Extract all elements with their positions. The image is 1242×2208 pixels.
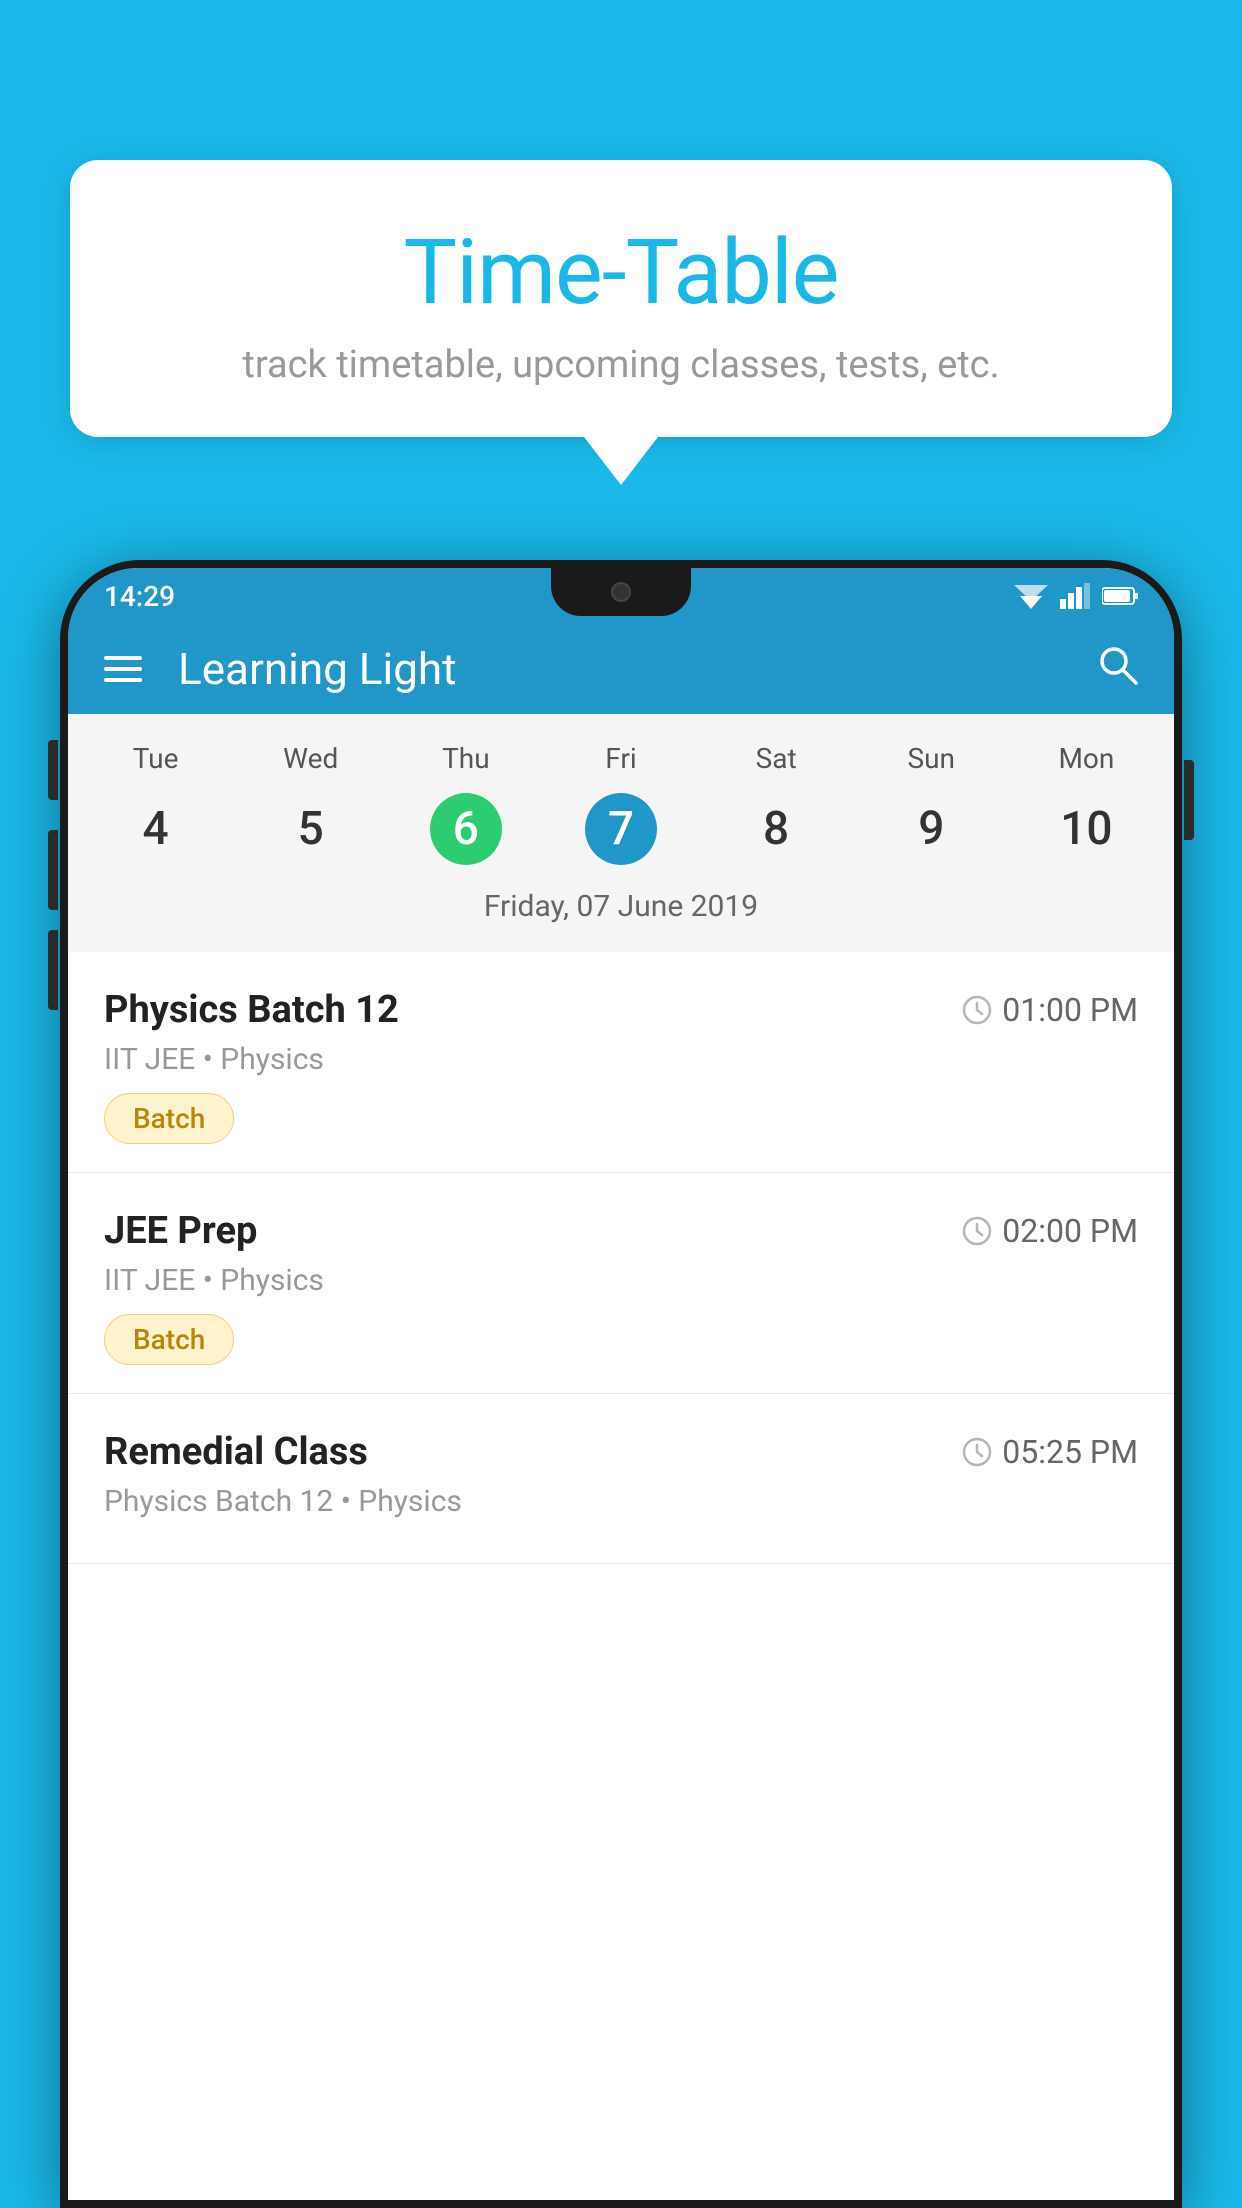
status-icons [1014,583,1138,609]
schedule-item-2-title: JEE Prep [104,1209,257,1253]
clock-icon-3 [962,1437,992,1467]
signal-icon [1060,583,1090,609]
day-name-thu: Thu [388,734,543,783]
tooltip-subtitle: track timetable, upcoming classes, tests… [130,343,1112,387]
time-text-1: 01:00 PM [1002,991,1138,1029]
calendar-strip: Tue Wed Thu Fri Sat Sun Mon 4 5 6 7 8 9 … [68,714,1174,952]
phone-volume-up-button [48,740,58,800]
schedule-item-3-time: 05:25 PM [962,1433,1138,1471]
schedule-item-1-header: Physics Batch 12 01:00 PM [104,988,1138,1032]
day-names-row: Tue Wed Thu Fri Sat Sun Mon [68,734,1174,783]
schedule-item-1-time: 01:00 PM [962,991,1138,1029]
badge-batch-2: Batch [104,1314,234,1365]
schedule-item-1-meta: IIT JEE • Physics [104,1042,1138,1077]
schedule-item-3-title: Remedial Class [104,1430,368,1474]
hamburger-line [104,667,142,671]
phone-silent-button [48,930,58,1010]
selected-date-label: Friday, 07 June 2019 [68,875,1174,942]
time-text-3: 05:25 PM [1002,1433,1138,1471]
day-9[interactable]: 9 [854,792,1009,866]
hamburger-menu-icon[interactable] [104,656,142,682]
status-time: 14:29 [104,580,175,613]
clock-icon-2 [962,1216,992,1246]
schedule-item-3[interactable]: Remedial Class 05:25 PM Physics Batch 12… [68,1394,1174,1564]
badge-batch-1: Batch [104,1093,234,1144]
phone-notch [551,568,691,616]
day-name-mon: Mon [1009,734,1164,783]
day-5[interactable]: 5 [233,792,388,866]
tooltip-title: Time-Table [130,220,1112,325]
schedule-item-2-meta: IIT JEE • Physics [104,1263,1138,1298]
app-title: Learning Light [178,643,1096,695]
day-10[interactable]: 10 [1009,792,1164,866]
schedule-item-2-time: 02:00 PM [962,1212,1138,1250]
phone-screen: 14:29 [68,568,1174,2200]
schedule-item-3-meta: Physics Batch 12 • Physics [104,1484,1138,1519]
day-7-selected[interactable]: 7 [543,783,698,875]
tooltip-card: Time-Table track timetable, upcoming cla… [70,160,1172,437]
schedule-list: Physics Batch 12 01:00 PM IIT JEE • Phys… [68,952,1174,1564]
day-8[interactable]: 8 [699,792,854,866]
hamburger-line [104,656,142,660]
schedule-item-1[interactable]: Physics Batch 12 01:00 PM IIT JEE • Phys… [68,952,1174,1173]
battery-icon [1102,586,1138,606]
phone-power-button [1184,760,1194,840]
clock-icon [962,995,992,1025]
time-text-2: 02:00 PM [1002,1212,1138,1250]
schedule-item-1-title: Physics Batch 12 [104,988,399,1032]
day-name-sun: Sun [854,734,1009,783]
day-4[interactable]: 4 [78,792,233,866]
phone-frame: 14:29 [60,560,1182,2208]
schedule-item-3-header: Remedial Class 05:25 PM [104,1430,1138,1474]
day-name-tue: Tue [78,734,233,783]
day-numbers-row: 4 5 6 7 8 9 10 [68,783,1174,875]
phone-volume-down-button [48,830,58,910]
day-name-wed: Wed [233,734,388,783]
day-name-fri: Fri [543,734,698,783]
schedule-item-2-header: JEE Prep 02:00 PM [104,1209,1138,1253]
front-camera [611,582,631,602]
search-button[interactable] [1096,643,1138,695]
hamburger-line [104,678,142,682]
app-bar: Learning Light [68,624,1174,714]
day-6-today[interactable]: 6 [388,783,543,875]
wifi-icon [1014,583,1048,609]
day-name-sat: Sat [699,734,854,783]
schedule-item-2[interactable]: JEE Prep 02:00 PM IIT JEE • Physics Batc… [68,1173,1174,1394]
